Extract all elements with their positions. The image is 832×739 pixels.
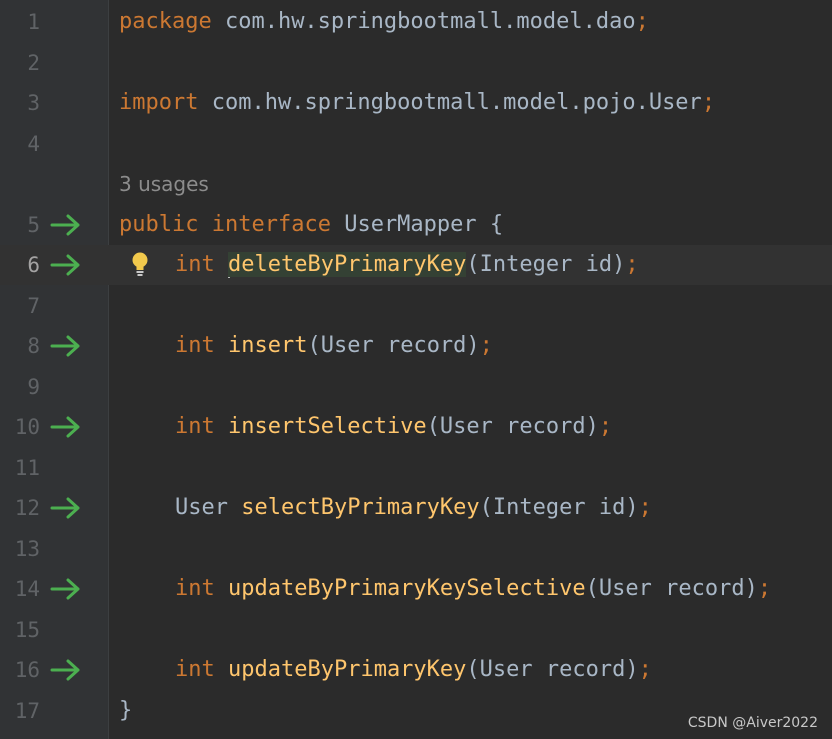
line-number: 4 (27, 132, 40, 156)
code-line[interactable]: 16 int updateByPrimaryKey(User record); (0, 650, 832, 690)
close-brace: } (119, 698, 133, 723)
package-name: com.hw.springbootmall.model.dao (211, 9, 636, 34)
code-editor[interactable]: 1 package com.hw.springbootmall.model.da… (0, 0, 832, 739)
watermark: CSDN @Aiver2022 (687, 715, 818, 731)
code-text[interactable]: User selectByPrimaryKey(Integer id); (175, 488, 652, 528)
code-line[interactable]: 15 (0, 610, 832, 650)
code-text[interactable]: public interface UserMapper { (119, 205, 503, 245)
implementation-arrow-icon[interactable] (50, 496, 82, 520)
code-line[interactable]: 11 (0, 448, 832, 488)
line-number: 13 (14, 537, 40, 561)
line-number: 2 (27, 51, 40, 75)
semicolon: ; (635, 9, 649, 34)
return-type: int (175, 414, 215, 439)
semicolon: ; (701, 90, 716, 115)
code-line[interactable]: 9 (0, 367, 832, 407)
method-name: selectByPrimaryKey (241, 495, 480, 520)
code-line[interactable]: 7 (0, 286, 832, 326)
line-number: 8 (27, 334, 40, 358)
method-params: (User record) (307, 333, 480, 358)
line-number: 7 (27, 294, 40, 318)
method-params: (Integer id) (466, 252, 626, 277)
keyword-import: import (119, 90, 199, 115)
implementation-arrow-icon[interactable] (50, 658, 82, 682)
code-line[interactable]: 3 import com.hw.springbootmall.model.poj… (0, 83, 832, 123)
code-line[interactable]: 4 (0, 124, 832, 164)
code-text[interactable]: int insertSelective(User record); (175, 407, 612, 447)
code-line[interactable]: 13 (0, 529, 832, 569)
code-line[interactable]: 10 int insertSelective(User record); (0, 407, 832, 447)
implementation-arrow-icon[interactable] (50, 334, 82, 358)
method-name: insertSelective (228, 414, 427, 439)
keyword-package: package (119, 9, 212, 34)
return-type: int (175, 252, 215, 277)
line-number: 6 (27, 253, 40, 277)
line-number: 16 (14, 658, 40, 682)
code-text[interactable]: import com.hw.springbootmall.model.pojo.… (119, 83, 715, 123)
interface-name: UserMapper (344, 212, 477, 237)
line-number: 9 (27, 375, 40, 399)
code-line[interactable]: 12 User selectByPrimaryKey(Integer id); (0, 488, 832, 528)
code-text[interactable]: int updateByPrimaryKeySelective(User rec… (175, 569, 771, 609)
return-type: User (175, 495, 228, 520)
code-text[interactable]: int updateByPrimaryKey(User record); (175, 650, 652, 690)
usages-hint-line[interactable]: 3 usages (0, 164, 832, 204)
code-text[interactable]: int deleteByPrimaryKey(Integer id); (175, 245, 639, 285)
code-line[interactable]: 14 int updateByPrimaryKeySelective(User … (0, 569, 832, 609)
open-brace: { (489, 212, 504, 237)
implementation-arrow-icon[interactable] (50, 213, 82, 237)
return-type: int (175, 333, 215, 358)
line-number: 10 (14, 415, 40, 439)
line-number: 14 (14, 577, 40, 601)
method-name: deleteByPrimaryKey (228, 252, 467, 277)
semicolon: ; (638, 657, 652, 682)
implementation-arrow-icon[interactable] (50, 415, 82, 439)
line-number: 17 (14, 699, 40, 723)
implementation-arrow-icon[interactable] (50, 253, 82, 277)
line-number: 1 (27, 10, 40, 34)
line-number: 11 (14, 456, 40, 480)
import-name: com.hw.springbootmall.model.pojo.User (198, 90, 702, 115)
code-line-current[interactable]: 6 int deleteByPrimaryKey(Integer id); (0, 245, 832, 285)
method-name: updateByPrimaryKeySelective (228, 576, 586, 601)
code-line[interactable]: 1 package com.hw.springbootmall.model.da… (0, 2, 832, 42)
method-name: insert (228, 333, 308, 358)
semicolon: ; (625, 252, 639, 277)
code-text[interactable]: package com.hw.springbootmall.model.dao; (119, 2, 649, 42)
code-line[interactable]: 5 public interface UserMapper { (0, 205, 832, 245)
code-line[interactable]: 8 int insert(User record); (0, 326, 832, 366)
line-number: 3 (27, 91, 40, 115)
return-type: int (175, 576, 215, 601)
semicolon: ; (479, 333, 493, 358)
implementation-arrow-icon[interactable] (50, 577, 82, 601)
method-params: (User record) (426, 414, 599, 439)
method-params: (Integer id) (479, 495, 639, 520)
keyword-public: public (119, 212, 199, 237)
line-number: 5 (27, 213, 40, 237)
code-text[interactable]: } (119, 691, 132, 731)
semicolon: ; (757, 576, 772, 601)
return-type: int (175, 657, 215, 682)
method-params: (User record) (585, 576, 758, 601)
semicolon: ; (638, 495, 652, 520)
keyword-interface: interface (211, 212, 331, 237)
code-text[interactable]: int insert(User record); (175, 326, 493, 366)
usages-hint[interactable]: 3 usages (119, 164, 209, 204)
semicolon: ; (598, 414, 613, 439)
method-name: updateByPrimaryKey (228, 657, 467, 682)
line-number: 15 (14, 618, 40, 642)
lightbulb-icon[interactable] (131, 251, 149, 277)
line-number: 12 (14, 496, 40, 520)
method-params: (User record) (466, 657, 639, 682)
code-line[interactable]: 2 (0, 43, 832, 83)
